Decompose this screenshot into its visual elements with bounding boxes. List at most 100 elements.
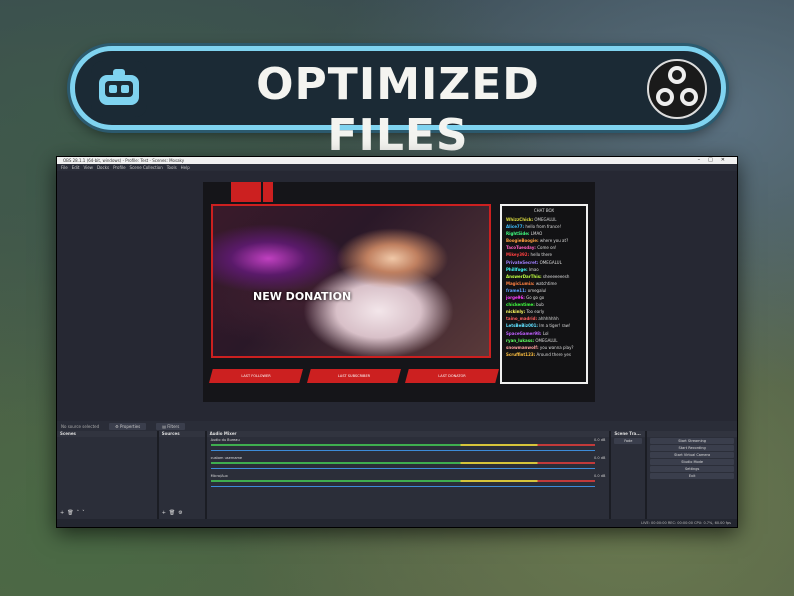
start-recording-button[interactable]: Start Recording	[650, 445, 734, 451]
menu-file[interactable]: File	[61, 165, 68, 170]
chat-username: Alice77:	[506, 224, 525, 230]
scene-canvas[interactable]: NEW DONATION CHAT BOX WhizzChick: OMEGAL…	[203, 182, 595, 402]
menu-help[interactable]: Help	[181, 165, 190, 170]
chat-message: Alice77: hello from france!	[506, 223, 582, 230]
chat-username: Phillfoge:	[506, 266, 528, 272]
mixer-track: Micro/Aux 0.0 dB	[207, 473, 610, 491]
menu-tools[interactable]: Tools	[167, 165, 177, 170]
settings-button[interactable]: Settings	[650, 466, 734, 472]
chat-text: omegalul	[527, 287, 547, 293]
menu-view[interactable]: View	[83, 165, 93, 170]
preview-area[interactable]: NEW DONATION CHAT BOX WhizzChick: OMEGAL…	[57, 171, 737, 421]
no-source-label: No source selected	[61, 423, 100, 429]
menu-scene-collection[interactable]: Scene Collection	[130, 165, 163, 170]
filters-label: Filters	[167, 423, 180, 429]
chat-text: you wanna play?	[539, 344, 574, 350]
chat-username: frame11:	[506, 287, 527, 293]
overlay-accent	[263, 182, 273, 202]
chat-message: RightSide: LMAO	[506, 230, 582, 237]
track-name: custom username	[210, 456, 243, 460]
chat-list: WhizzChick: OMEGALUL Alice77: hello from …	[506, 216, 582, 358]
chat-message: PrivateSecret: OMEGALUL	[506, 259, 582, 266]
chat-text: Lol	[542, 330, 549, 336]
chat-username: chickentime:	[506, 302, 535, 308]
chat-text: ahhhhhhh	[538, 316, 559, 322]
chat-message: BoogieBoogie: where you at?	[506, 237, 582, 244]
chat-username: taino_madrid:	[506, 316, 538, 322]
transition-select[interactable]: Fade	[614, 438, 643, 444]
sources-dock: Sources + 🗑 ⚙	[158, 431, 205, 519]
chat-username: RightSide:	[506, 231, 530, 237]
volume-slider[interactable]	[210, 468, 596, 469]
chat-text: OMEGALUL	[535, 337, 558, 343]
chat-text: OMEGALUL	[539, 259, 562, 265]
volume-meter	[210, 480, 596, 482]
chat-text: Come on!	[537, 245, 557, 251]
event-bars: LAST FOLLOWER LAST SUBSCRIBER LAST DONAT…	[209, 369, 499, 383]
chat-username: TacoTuesday:	[506, 245, 536, 251]
remove-scene-icon[interactable]: 🗑	[67, 510, 73, 516]
menu-docks[interactable]: Docks	[97, 165, 109, 170]
exit-button[interactable]: Exit	[650, 473, 734, 479]
chat-text: OMEGALUL	[534, 217, 557, 222]
add-scene-button[interactable]: +	[60, 510, 64, 516]
menu-edit[interactable]: Edit	[72, 165, 80, 170]
streamlabs-icon	[91, 61, 147, 117]
chat-message: chickentime: bub	[506, 301, 582, 308]
status-bar: LIVE: 00:00:00 REC: 00:00:00 CPU: 0.7%, …	[57, 519, 737, 527]
chat-text: Too early	[526, 309, 545, 315]
chat-message: jorge96: Go go go	[506, 294, 582, 301]
down-icon[interactable]: ˅	[82, 510, 85, 516]
chat-username: ryan_lukass:	[506, 337, 535, 343]
banner-title: OPTIMIZED FILES	[256, 59, 540, 161]
chat-username: LetsBeBiz001:	[506, 323, 539, 329]
add-source-button[interactable]: +	[162, 510, 166, 516]
chat-text: lmao	[528, 266, 539, 272]
chat-text: Im a tiger! raw!	[539, 323, 571, 329]
chat-message: nickinly: Too early	[506, 308, 582, 315]
start-virtual-camera-button[interactable]: Start Virtual Camera	[650, 452, 734, 458]
remove-source-icon[interactable]: 🗑	[169, 510, 175, 516]
chat-text: Around there yes	[536, 351, 571, 357]
window-controls[interactable]: –□✕	[698, 157, 733, 163]
chat-text: watchtime	[535, 280, 557, 286]
up-icon[interactable]: ˄	[77, 510, 80, 516]
chat-username: nickinly:	[506, 309, 526, 315]
volume-meter	[210, 462, 596, 464]
track-db: 0.0 dB	[594, 474, 606, 478]
filters-button[interactable]: ▤ Filters	[156, 422, 186, 430]
studio-mode-button[interactable]: Studio Mode	[650, 459, 734, 465]
track-db: 0.0 dB	[594, 456, 606, 460]
chat-message: Scruffint123: Around there yes	[506, 351, 582, 358]
audio-mixer-dock: Audio Mixer Audio du Bureau 0.0 dB custo…	[206, 431, 610, 519]
properties-button[interactable]: ⚙ Properties	[109, 422, 147, 430]
overlay-accent	[231, 182, 261, 202]
volume-slider[interactable]	[210, 450, 596, 451]
chat-message: taino_madrid: ahhhhhhh	[506, 315, 582, 322]
track-db: 0.0 dB	[594, 438, 606, 442]
start-streaming-button[interactable]: Start Streaming	[650, 438, 734, 444]
properties-label: Properties	[120, 423, 141, 429]
chat-message: frame11: omegalul	[506, 287, 582, 294]
window-titlebar: OBS 28.1.1 (64-bit, windows) - Profile: …	[57, 157, 737, 164]
menu-profile[interactable]: Profile	[113, 165, 125, 170]
sources-toolbar: + 🗑 ⚙	[162, 510, 183, 516]
scenes-toolbar: + 🗑 ˄ ˅	[60, 510, 85, 516]
chat-message: LetsBeBiz001: Im a tiger! raw!	[506, 322, 582, 329]
chat-username: PrivateSecret:	[506, 259, 539, 265]
mixer-track: custom username 0.0 dB	[207, 455, 610, 473]
gear-icon[interactable]: ⚙	[178, 510, 182, 516]
volume-slider[interactable]	[210, 486, 596, 487]
banner: OPTIMIZED FILES	[70, 46, 726, 161]
chat-username: BoogieBoogie:	[506, 238, 539, 244]
last-subscriber-bar: LAST SUBSCRIBER	[307, 369, 401, 383]
chat-text: hello there	[530, 252, 552, 258]
chat-text: hello from france!	[525, 224, 562, 230]
chat-message: snowmanwolf: you wanna play?	[506, 344, 582, 351]
scene-transitions-title: Scene Tra...	[611, 431, 646, 437]
mixer-track: Audio du Bureau 0.0 dB	[207, 437, 610, 455]
chat-header: CHAT BOX	[533, 208, 555, 213]
chat-message: MagicLumia: watchtime	[506, 280, 582, 287]
chat-text: sheeeeeeesh	[542, 273, 570, 279]
chat-message: AnswerDarThis: sheeeeeeesh	[506, 273, 582, 280]
